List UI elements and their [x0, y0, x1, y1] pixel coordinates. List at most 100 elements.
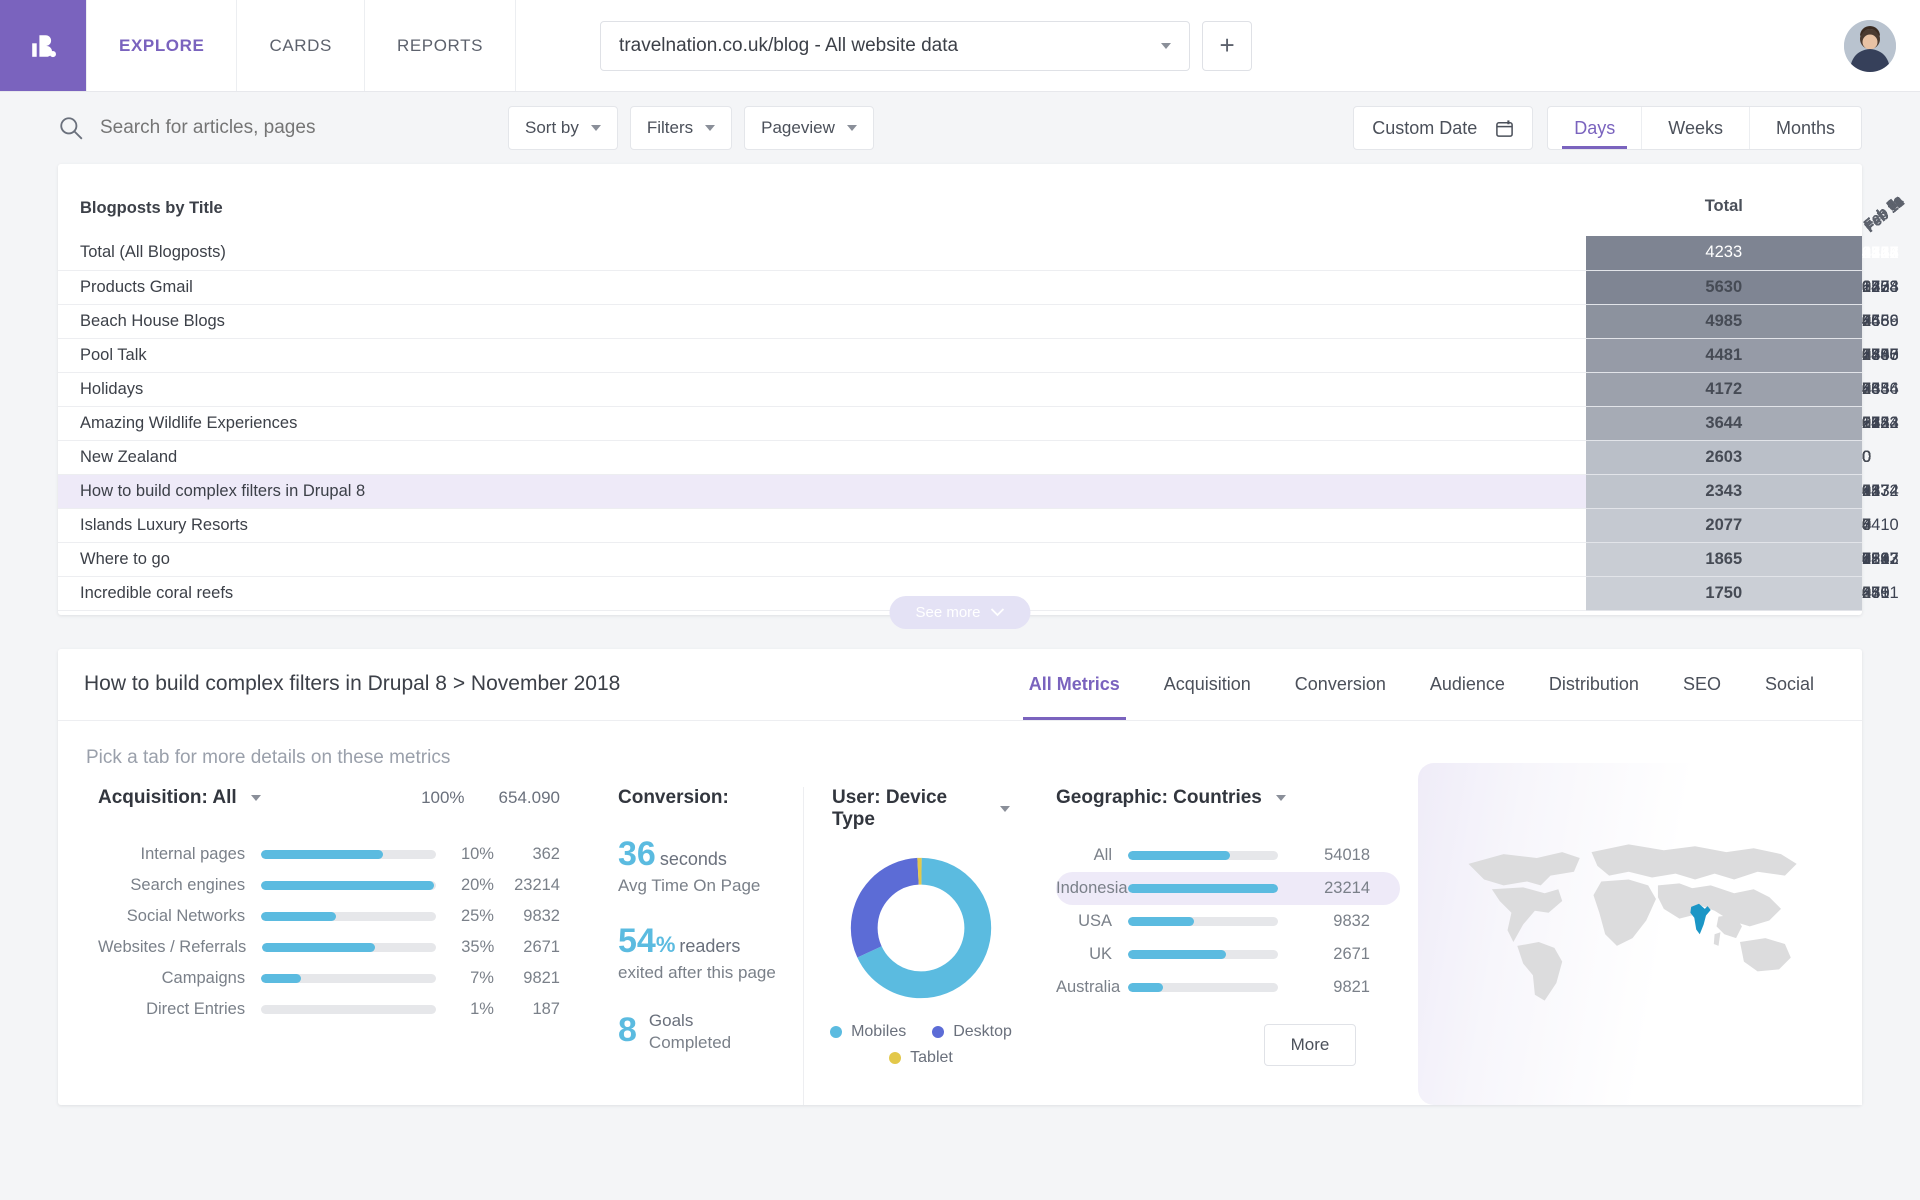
- nav-tab-cards[interactable]: CARDS: [237, 0, 365, 91]
- property-selector-group: travelnation.co.uk/blog - All website da…: [600, 0, 1252, 91]
- conversion-stat-value: 8: [618, 1011, 637, 1050]
- detail-tab-social[interactable]: Social: [1743, 649, 1836, 720]
- table-row[interactable]: Where to go18650003157000004123789332428…: [58, 542, 1862, 576]
- acquisition-total-pct: 100%: [421, 788, 464, 808]
- row-total: 1750: [1586, 576, 1862, 610]
- detail-tabs: All MetricsAcquisitionConversionAudience…: [1007, 649, 1836, 720]
- brand-logo[interactable]: [0, 0, 86, 91]
- table-row[interactable]: Total (All Blogposts)4233423361644534234…: [58, 236, 1862, 270]
- geographic-row[interactable]: Indonesia23214: [1056, 872, 1400, 905]
- see-more-button[interactable]: See more: [889, 596, 1030, 629]
- geographic-row-value: 23214: [1278, 879, 1370, 898]
- geographic-row-label: Australia: [1056, 978, 1128, 997]
- filters-dropdown[interactable]: Filters: [630, 106, 732, 150]
- chevron-down-icon[interactable]: [1000, 806, 1010, 812]
- conversion-stat: 54%readersexited after this page: [618, 922, 785, 983]
- acquisition-row[interactable]: Social Networks25%9832: [98, 901, 560, 932]
- detail-card: How to build complex filters in Drupal 8…: [58, 649, 1862, 1105]
- acquisition-bar-fill: [261, 881, 434, 890]
- row-total: 2077: [1586, 508, 1862, 542]
- legend-dot-icon: [932, 1026, 944, 1038]
- legend-dot-icon: [889, 1052, 901, 1064]
- acquisition-row-pct: 35%: [436, 938, 494, 957]
- device-legend-item[interactable]: Desktop: [932, 1023, 1012, 1041]
- chevron-down-icon[interactable]: [251, 795, 261, 801]
- acquisition-row[interactable]: Campaigns7%9821: [98, 963, 560, 994]
- device-legend-item[interactable]: Tablet: [889, 1049, 953, 1067]
- range-days[interactable]: Days: [1548, 107, 1642, 149]
- world-map-panel: [1418, 787, 1862, 1105]
- sort-by-dropdown[interactable]: Sort by: [508, 106, 618, 150]
- table-row[interactable]: New Zealand2603000000000000000000000: [58, 440, 1862, 474]
- calendar-icon: [1495, 119, 1514, 138]
- conversion-stat-sub: exited after this page: [618, 963, 785, 983]
- detail-tab-seo[interactable]: SEO: [1661, 649, 1743, 720]
- geographic-bar-fill: [1128, 950, 1226, 959]
- detail-tab-label: Distribution: [1549, 674, 1639, 695]
- add-property-button[interactable]: +: [1202, 21, 1252, 71]
- avatar[interactable]: [1844, 20, 1896, 72]
- geographic-row-label: All: [1056, 846, 1128, 865]
- world-map[interactable]: [1418, 763, 1862, 1105]
- geographic-bar-track: [1128, 917, 1278, 926]
- detail-tab-acquisition[interactable]: Acquisition: [1142, 649, 1273, 720]
- row-total: 4172: [1586, 372, 1862, 406]
- plus-icon: +: [1219, 30, 1234, 61]
- acquisition-row-value: 2671: [494, 938, 560, 957]
- acquisition-row[interactable]: Direct Entries1%187: [98, 994, 560, 1025]
- detail-tab-conversion[interactable]: Conversion: [1273, 649, 1408, 720]
- row-label: Holidays: [58, 372, 1586, 406]
- geographic-row-label: USA: [1056, 912, 1128, 931]
- table-row[interactable]: Pool Talk4481133434567334433456234578900…: [58, 338, 1862, 372]
- conversion-stat-sub: Completed: [649, 1033, 731, 1053]
- metric-label: Pageview: [761, 118, 835, 138]
- geographic-row[interactable]: UK2671: [1056, 938, 1400, 971]
- row-label: New Zealand: [58, 440, 1586, 474]
- device-legend-label: Mobiles: [851, 1023, 906, 1041]
- geographic-row[interactable]: All54018: [1056, 839, 1400, 872]
- row-label: Products Gmail: [58, 270, 1586, 304]
- detail-tab-distribution[interactable]: Distribution: [1527, 649, 1661, 720]
- table-row[interactable]: Amazing Wildlife Experiences364400000230…: [58, 406, 1862, 440]
- device-legend-item[interactable]: Mobiles: [830, 1023, 906, 1041]
- geographic-row[interactable]: Australia9821: [1056, 971, 1400, 1004]
- acquisition-row[interactable]: Search engines20%23214: [98, 870, 560, 901]
- acquisition-bar-track: [261, 881, 435, 890]
- range-weeks[interactable]: Weeks: [1642, 107, 1750, 149]
- table-row[interactable]: Products Gmail56301203123434211000000000…: [58, 270, 1862, 304]
- row-total: 4481: [1586, 338, 1862, 372]
- acquisition-row-value: 23214: [494, 876, 560, 895]
- chevron-down-icon[interactable]: [1276, 795, 1286, 801]
- device-legend-row: Mobiles Desktop: [830, 1023, 1012, 1041]
- table-row[interactable]: Islands Luxury Resorts207700000000000000…: [58, 508, 1862, 542]
- table-row[interactable]: Beach House Blogs49850000344454604563456…: [58, 304, 1862, 338]
- geographic-row[interactable]: USA9832: [1056, 905, 1400, 938]
- sort-by-label: Sort by: [525, 118, 579, 138]
- chevron-down-icon: [991, 608, 1005, 617]
- detail-tab-all-metrics[interactable]: All Metrics: [1007, 649, 1142, 720]
- geographic-bar-track: [1128, 851, 1278, 860]
- geographic-bar-track: [1128, 983, 1278, 992]
- world-map-icon: [1445, 817, 1836, 1012]
- geographic-bar-fill: [1128, 983, 1163, 992]
- table-row[interactable]: How to build complex filters in Drupal 8…: [58, 474, 1862, 508]
- acquisition-row-value: 362: [494, 845, 560, 864]
- acquisition-row[interactable]: Websites / Referrals35%2671: [98, 932, 560, 963]
- custom-date-button[interactable]: Custom Date: [1353, 106, 1533, 150]
- nav-tab-explore[interactable]: EXPLORE: [86, 0, 237, 91]
- range-months-label: Months: [1776, 118, 1835, 139]
- geographic-bar-fill: [1128, 917, 1194, 926]
- detail-tab-audience[interactable]: Audience: [1408, 649, 1527, 720]
- nav-tab-reports[interactable]: REPORTS: [365, 0, 516, 91]
- table-row[interactable]: Holidays41720423233343450575634345653400…: [58, 372, 1862, 406]
- metric-dropdown[interactable]: Pageview: [744, 106, 874, 150]
- acquisition-row[interactable]: Internal pages10%362: [98, 839, 560, 870]
- conversion-stat-value: 54: [618, 922, 656, 960]
- geographic-more-button[interactable]: More: [1264, 1024, 1356, 1066]
- range-months[interactable]: Months: [1750, 107, 1861, 149]
- table-head: Blogposts by Title Total Feb 1Feb 2Feb 3…: [58, 164, 1862, 236]
- nav-tab-reports-label: REPORTS: [397, 36, 483, 56]
- search-input[interactable]: [100, 117, 430, 139]
- property-selector[interactable]: travelnation.co.uk/blog - All website da…: [600, 21, 1190, 71]
- row-total: 4985: [1586, 304, 1862, 338]
